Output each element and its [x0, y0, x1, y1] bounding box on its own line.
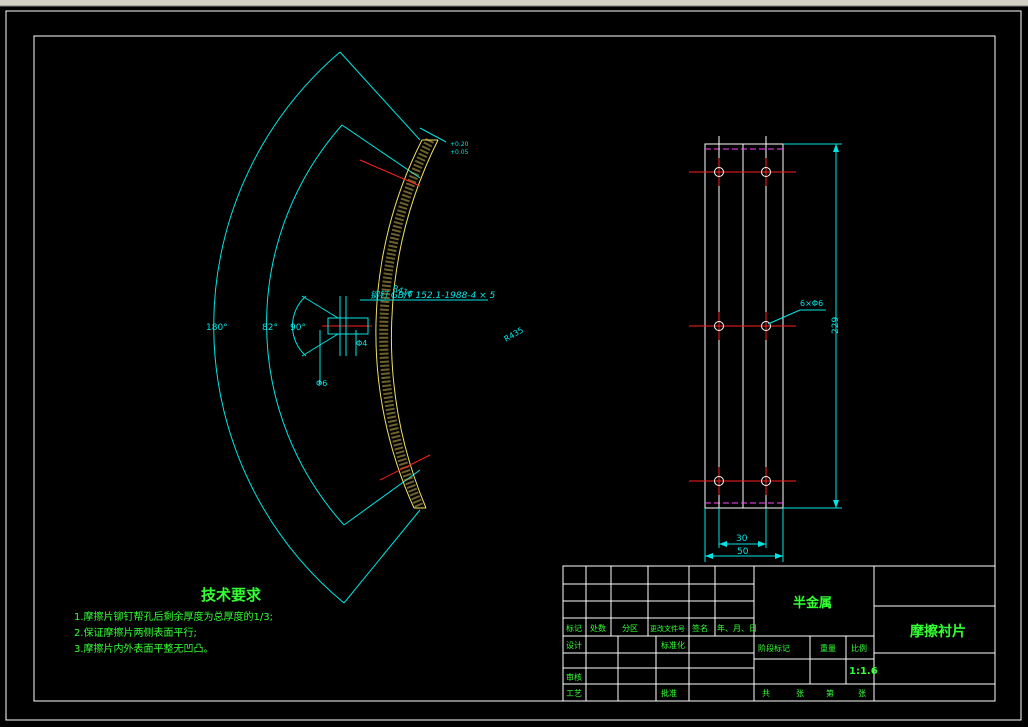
- lbl-page: 第: [826, 688, 834, 698]
- drawing-sheet: 180° 82° 90° Φ4 Φ6 R416 R435 铆钉 GB/T 152…: [0, 0, 1028, 721]
- lbl-count: 处数: [590, 623, 606, 633]
- dim-phi6-label: Φ6: [316, 379, 327, 388]
- rivet-note: 铆钉 GB/T 152.1-1988-4 × 5: [370, 290, 496, 301]
- lbl-stage: 阶段标记: [758, 643, 790, 653]
- tol-lower: +0.05: [450, 149, 469, 156]
- dim-50-arrow-right: [775, 553, 783, 559]
- hole-top-right: [736, 158, 796, 186]
- lbl-docno: 更改文件号: [650, 624, 685, 633]
- lbl-weight: 重量: [820, 643, 836, 653]
- dim-50-arrow-left: [705, 553, 713, 559]
- lbl-sheet: 张: [796, 689, 804, 698]
- dim-phi4-label: Φ4: [356, 339, 367, 348]
- dim-30-arrow-left: [719, 541, 727, 547]
- dim-50-label: 50: [737, 547, 749, 557]
- dim-ext-line-bottom-1: [343, 509, 421, 604]
- lbl-sign: 签名: [692, 623, 708, 633]
- right-view: 6×Φ6 229 30 50: [689, 136, 842, 562]
- lbl-scale: 比例: [851, 643, 867, 653]
- left-view: 180° 82° 90° Φ4 Φ6 R416 R435 铆钉 GB/T 152…: [206, 51, 526, 604]
- title-block: 半金属 摩擦衬片 1:1.6 标记 处数 分区 更改文件号 签名 年、月、日 设…: [562, 565, 996, 702]
- hole-callout-leader: [767, 309, 801, 325]
- window-toolbar-strip: [0, 0, 1028, 6]
- drawing-frame: [33, 35, 996, 702]
- cad-drawing-canvas: 180° 82° 90° Φ4 Φ6 R416 R435 铆钉 GB/T 152…: [0, 0, 1028, 727]
- dim-90-label: 90°: [290, 323, 306, 333]
- dim-229-arrow-bottom: [833, 500, 839, 508]
- dim-arc-180: [213, 51, 345, 604]
- tech-requirements: 技术要求 1.摩擦片铆钉帮孔后剩余厚度为总厚度的1/3; 2.保证摩擦片两侧表面…: [74, 586, 273, 655]
- lbl-sheet-2: 张: [858, 689, 866, 698]
- hole-callout-label: 6×Φ6: [800, 299, 823, 308]
- lbl-total: 共: [762, 689, 770, 698]
- tech-item-2: 2.保证摩擦片两侧表面平行;: [74, 626, 197, 639]
- scale-value: 1:1.6: [849, 666, 878, 677]
- tol-upper: +0.20: [450, 141, 469, 148]
- lbl-date: 年、月、日: [717, 623, 757, 633]
- dim-30-label: 30: [736, 534, 748, 544]
- lbl-zone: 分区: [622, 624, 638, 633]
- dim-229-arrow-top: [833, 144, 839, 152]
- material-label: 半金属: [793, 595, 832, 611]
- dim-ext-line-top-1: [339, 51, 421, 141]
- part-name-label: 摩擦衬片: [910, 623, 966, 640]
- tech-item-3: 3.摩擦片内外表面平整无凹凸。: [74, 642, 214, 655]
- lbl-review: 审核: [566, 672, 582, 682]
- hole-bottom-right: [736, 467, 796, 495]
- radius-r435-label: R435: [503, 326, 526, 344]
- dim-82-label: 82°: [262, 323, 278, 333]
- tech-title: 技术要求: [201, 586, 262, 604]
- lbl-std: 标准化: [661, 640, 685, 650]
- lbl-approve: 批准: [661, 688, 677, 698]
- dim-229-label: 229: [831, 317, 841, 334]
- dim-180-label: 180°: [206, 323, 228, 333]
- lbl-design: 设计: [566, 640, 582, 650]
- dim-30-arrow-right: [758, 541, 766, 547]
- lbl-mark: 标记: [566, 623, 582, 633]
- tech-item-1: 1.摩擦片铆钉帮孔后剩余厚度为总厚度的1/3;: [74, 610, 273, 623]
- angle-leader-top: [301, 295, 339, 319]
- lbl-craft: 工艺: [566, 689, 582, 698]
